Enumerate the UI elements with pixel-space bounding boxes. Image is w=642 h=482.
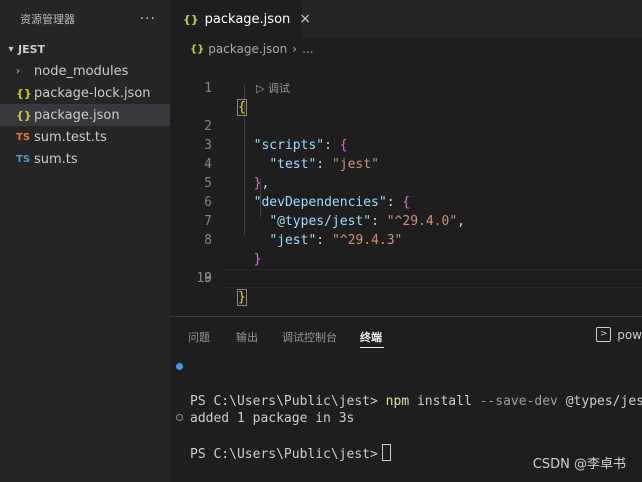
tab-output[interactable]: 输出	[236, 329, 258, 345]
chevron-right-icon: ›	[292, 42, 298, 56]
code-line-6: 6 "@types/jest": "^29.4.0",	[170, 174, 642, 229]
more-actions-icon[interactable]: ···	[140, 11, 156, 27]
tree-item-label: package-lock.json	[34, 85, 151, 101]
close-icon[interactable]: ×	[299, 11, 311, 27]
codelens-label[interactable]: 调试	[268, 82, 290, 95]
play-icon: ▷	[256, 82, 265, 95]
command-pending-dot[interactable]	[176, 414, 183, 421]
folder-root-label: JEST	[18, 42, 46, 56]
tab-terminal[interactable]: 终端	[360, 329, 382, 345]
code-line-3: 3 "test": "jest"	[170, 117, 642, 172]
panel-tabs: 问题 输出 调试控制台 终端 > pow	[170, 317, 642, 353]
code-line-1: 1 {	[170, 60, 642, 116]
tree-item-label: sum.test.ts	[34, 129, 107, 145]
explorer-sidebar: 资源管理器 ··· ▾ JEST › node_modules {} packa…	[0, 0, 170, 482]
folder-root-jest[interactable]: ▾ JEST	[0, 38, 170, 60]
terminal-line: PS C:\Users\Public\jest> npm install --s…	[170, 359, 642, 409]
current-line-highlight	[222, 269, 642, 288]
watermark: CSDN @李卓书	[532, 457, 626, 472]
explorer-title: 资源管理器	[20, 13, 75, 26]
ts-test-icon: TS	[16, 131, 31, 143]
editor-tab-bar: {} package.json ×	[170, 0, 642, 38]
tab-package-json[interactable]: {} package.json ×	[170, 0, 311, 38]
tree-item-label: sum.ts	[34, 151, 78, 167]
json-icon: {}	[190, 43, 205, 55]
tree-item-sum-ts[interactable]: TS sum.ts	[0, 148, 170, 170]
editor-area: {} package.json × {} package.json › ... …	[170, 0, 642, 316]
tree-item-label: package.json	[34, 107, 120, 123]
terminal-line: added 1 package in 3s	[190, 411, 355, 426]
json-icon: {}	[16, 108, 32, 122]
chevron-down-icon: ▾	[8, 43, 14, 55]
tab-problems[interactable]: 问题	[188, 329, 210, 345]
tree-item-package-lock-json[interactable]: {} package-lock.json	[0, 82, 170, 104]
tab-debug-console[interactable]: 调试控制台	[282, 329, 337, 345]
codelens-debug[interactable]: ▷ 调试	[170, 79, 642, 98]
chevron-right-icon: ›	[16, 65, 20, 77]
code-line-10: 10	[170, 250, 642, 286]
terminal-line: PS C:\Users\Public\jest>	[170, 410, 642, 462]
tree-item-sum-test-ts[interactable]: TS sum.test.ts	[0, 126, 170, 148]
code-line-7: 7 "jest": "^29.4.3"	[170, 193, 642, 248]
terminal-cursor	[381, 444, 391, 461]
terminal-icon: >	[596, 327, 612, 342]
shell-label: pow	[617, 327, 642, 342]
json-icon: {}	[16, 86, 32, 100]
code-line-5: 5 "devDependencies": {	[170, 155, 642, 210]
tree-item-package-json[interactable]: {} package.json	[0, 104, 170, 126]
breadcrumb-file[interactable]: package.json	[208, 42, 287, 56]
code-line-8: 8 }	[170, 212, 642, 267]
code-editor[interactable]: 1 { ▷ 调试 2 "scripts": { 3 "test": "jest"…	[170, 60, 642, 306]
json-icon: {}	[183, 12, 199, 26]
tree-item-node-modules[interactable]: › node_modules	[0, 60, 170, 82]
code-line-2: 2 "scripts": {	[170, 98, 642, 153]
code-line-4: 4 },	[170, 136, 642, 191]
terminal-shell-selector[interactable]: > pow	[596, 327, 642, 342]
tree-item-label: node_modules	[34, 63, 129, 79]
breadcrumb-rest[interactable]: ...	[302, 42, 313, 56]
breadcrumb: {} package.json › ...	[170, 38, 642, 60]
explorer-header: 资源管理器 ···	[0, 0, 170, 38]
tab-label: package.json	[204, 11, 291, 27]
line-number: 10	[196, 271, 212, 286]
terminal-output[interactable]: PS C:\Users\Public\jest> npm install --s…	[170, 359, 642, 462]
active-tab-indicator	[360, 347, 384, 348]
code-line-9: 9 }	[170, 231, 642, 306]
command-success-dot[interactable]	[176, 363, 183, 370]
ts-icon: TS	[16, 153, 31, 165]
